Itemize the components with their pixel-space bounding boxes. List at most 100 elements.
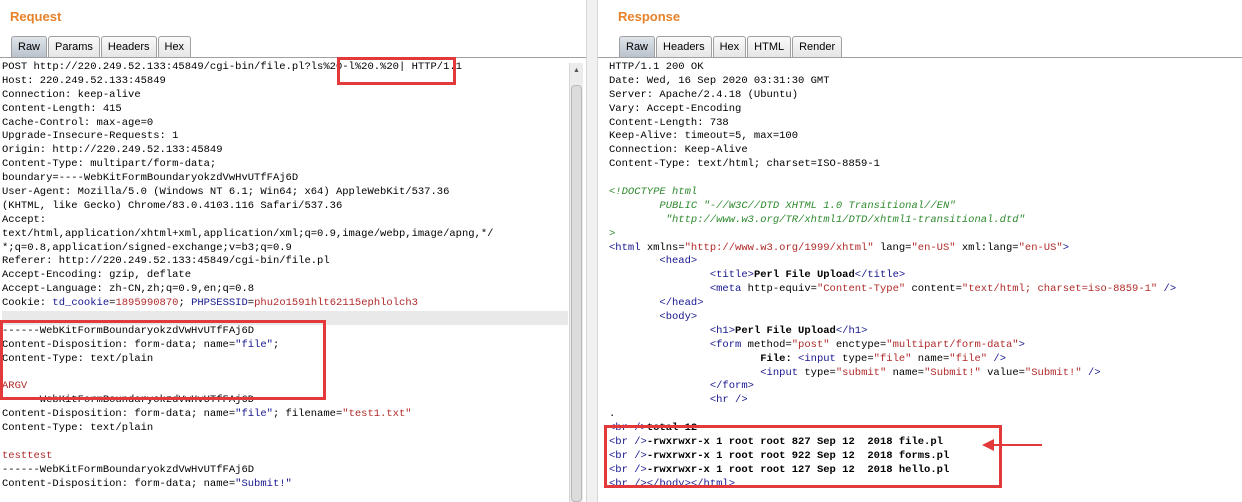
- response-segment: name=: [886, 366, 925, 379]
- pointer-arrow-icon: [982, 439, 1042, 451]
- request-line: Content-Disposition: form-data; name="fi…: [2, 408, 568, 422]
- response-line: PUBLIC "-//W3C//DTD XHTML 1.0 Transition…: [609, 200, 1242, 214]
- response-segment: Date: Wed, 16 Sep 2020 03:31:30 GMT: [609, 74, 830, 87]
- response-segment: "Submit!": [924, 366, 981, 379]
- tab-headers[interactable]: Headers: [656, 36, 712, 57]
- response-line: <br />-rwxrwxr-x 1 root root 922 Sep 12 …: [609, 450, 1242, 464]
- response-line: Keep-Alive: timeout=5, max=100: [609, 130, 1242, 144]
- request-line: User-Agent: Mozilla/5.0 (Windows NT 6.1;…: [2, 186, 450, 199]
- response-segment: http-equiv=: [747, 283, 817, 296]
- response-segment: />: [1157, 283, 1177, 296]
- response-segment: <title>: [709, 269, 754, 282]
- cookie-label: Cookie:: [2, 297, 53, 310]
- response-line: </form>: [609, 380, 1242, 394]
- response-segment: Content-Type: text/html; charset=ISO-885…: [609, 158, 880, 171]
- tab-render[interactable]: Render: [792, 36, 843, 57]
- disposition-text: Content-Disposition: form-data; name=: [2, 408, 236, 421]
- response-segment: </title>: [854, 269, 906, 282]
- cookie-value: phu2o1591hlt62115ephlolch3: [254, 297, 418, 310]
- tab-html[interactable]: HTML: [747, 36, 792, 57]
- response-segment: [609, 325, 710, 337]
- response-panel: Response Raw Headers Hex HTML Render HTTP/1.…: [598, 0, 1242, 502]
- request-line: Accept-Language: zh-CN,zh;q=0.9,en;q=0.8: [2, 283, 255, 296]
- response-segment: [609, 339, 710, 351]
- response-line: File: <input type="file" name="file" />: [609, 353, 1242, 367]
- response-segment: lang=: [873, 241, 912, 254]
- response-segment: <br />: [609, 436, 647, 449]
- request-line: Content-Type: text/plain: [2, 352, 154, 365]
- tab-headers[interactable]: Headers: [100, 36, 157, 57]
- response-line: <head>: [609, 255, 1242, 269]
- response-segment: <meta: [709, 283, 748, 296]
- request-line: Cookie: td_cookie=1895990870; PHPSESSID=…: [2, 297, 568, 311]
- tab-raw[interactable]: Raw: [11, 36, 48, 57]
- request-line: (KHTML, like Gecko) Chrome/83.0.4103.116…: [2, 199, 343, 212]
- response-line: Connection: Keep-Alive: [609, 144, 1242, 158]
- response-segment: <html: [609, 241, 647, 254]
- panel-divider[interactable]: [586, 0, 598, 502]
- request-panel: Request Raw Params Headers Hex POST http://…: [0, 0, 586, 502]
- scroll-up-arrow-icon[interactable]: ▲: [570, 63, 583, 77]
- request-line: Content-Type: text/plain: [2, 422, 154, 435]
- request-tab-bar: Raw Params Headers Hex: [11, 36, 192, 58]
- request-line: Referer: http://220.249.52.133:45849/cgi…: [2, 255, 330, 268]
- request-scrollbar[interactable]: ▲: [569, 63, 583, 502]
- response-segment: <input: [798, 352, 843, 365]
- response-line: [609, 172, 1242, 186]
- request-tab-underline: [0, 57, 586, 58]
- response-segment: <h1>: [709, 324, 736, 337]
- response-line: <meta http-equiv="Content-Type" content=…: [609, 283, 1242, 297]
- response-segment: content=: [905, 283, 962, 296]
- response-tab-bar: Raw Headers Hex HTML Render: [619, 36, 843, 58]
- request-line: Origin: http://220.249.52.133:45849: [2, 144, 223, 157]
- request-title: Request: [10, 9, 62, 24]
- request-line: Connection: keep-alive: [2, 88, 141, 101]
- response-line: "http://www.w3.org/TR/xhtml1/DTD/xhtml1-…: [609, 214, 1242, 228]
- disposition-text: Content-Disposition: form-data; name=: [2, 338, 236, 351]
- disposition-filename: "test1.txt": [342, 408, 412, 421]
- response-segment: "multipart/form-data": [886, 338, 1019, 351]
- response-segment: xmlns=: [646, 241, 685, 254]
- response-editor[interactable]: HTTP/1.1 200 OK Date: Wed, 16 Sep 2020 03…: [609, 61, 1242, 502]
- response-segment: [609, 353, 760, 365]
- response-segment: [609, 394, 710, 406]
- request-editor[interactable]: POST http://220.249.52.133:45849/cgi-bin…: [2, 61, 568, 502]
- request-line: Upgrade-Insecure-Requests: 1: [2, 130, 179, 143]
- response-segment: [609, 367, 760, 379]
- response-segment: -rwxrwxr-x 1 root root 922 Sep 12 2018 f…: [646, 449, 950, 462]
- request-line: Content-Length: 415: [2, 102, 122, 115]
- cookie-name: PHPSESSID: [191, 297, 248, 310]
- cookie-value: 1895990870: [115, 297, 179, 310]
- tab-hex[interactable]: Hex: [157, 36, 192, 57]
- response-line: Content-Length: 738: [609, 117, 1242, 131]
- response-segment: Keep-Alive: timeout=5, max=100: [609, 130, 799, 143]
- request-line: Accept:: [2, 213, 47, 226]
- response-segment: [609, 380, 710, 392]
- tab-params[interactable]: Params: [48, 36, 100, 57]
- request-line: Content-Disposition: form-data; name="Su…: [2, 478, 568, 492]
- tab-hex[interactable]: Hex: [712, 36, 747, 57]
- response-line: <br />-rwxrwxr-x 1 root root 127 Sep 12 …: [609, 464, 1242, 478]
- response-segment: File:: [760, 352, 799, 365]
- response-segment: PUBLIC "-//W3C//DTD XHTML 1.0 Transition…: [609, 199, 956, 212]
- response-line: <br /></body></html>: [609, 478, 1242, 492]
- response-line: Date: Wed, 16 Sep 2020 03:31:30 GMT: [609, 75, 1242, 89]
- request-line: boundary=----WebKitFormBoundaryokzdVwHvU…: [2, 172, 299, 185]
- tab-raw[interactable]: Raw: [619, 36, 656, 57]
- scroll-thumb[interactable]: [571, 85, 582, 502]
- response-line: <!DOCTYPE html: [609, 186, 1242, 200]
- response-segment: -rwxrwxr-x 1 root root 127 Sep 12 2018 h…: [646, 463, 950, 476]
- response-segment: "en-US": [1018, 241, 1063, 254]
- request-line: [2, 436, 568, 450]
- response-segment: <br /></body></html>: [609, 477, 736, 490]
- response-segment: >: [609, 227, 616, 240]
- response-line: .: [609, 408, 1242, 422]
- response-line: <form method="post" enctype="multipart/f…: [609, 339, 1242, 353]
- request-line: [2, 367, 568, 381]
- response-segment: "file": [873, 352, 912, 365]
- response-segment: xml:lang=: [955, 241, 1019, 254]
- response-segment: "http://www.w3.org/TR/xhtml1/DTD/xhtml1-…: [609, 213, 1025, 226]
- response-segment: "submit": [835, 366, 887, 379]
- response-segment: <hr />: [709, 394, 748, 407]
- request-line: testtest: [2, 450, 568, 464]
